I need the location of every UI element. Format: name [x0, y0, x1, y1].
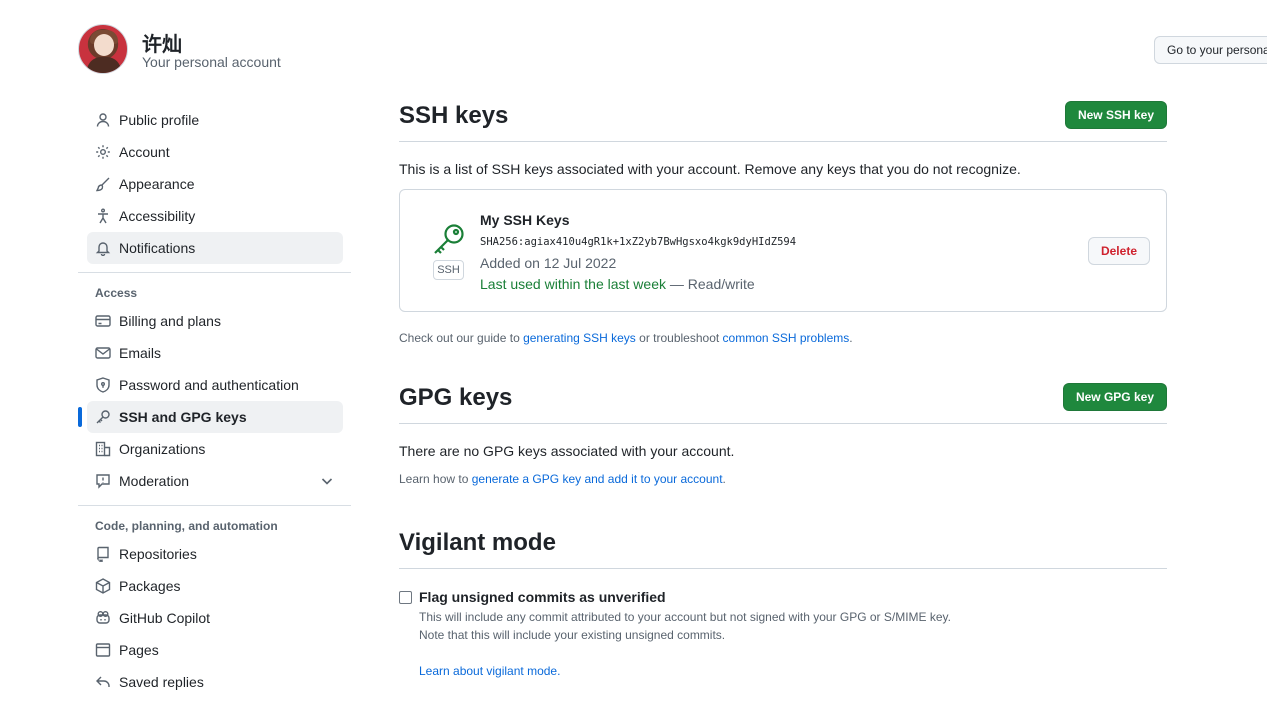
shield-lock-icon [95, 377, 111, 393]
vigilant-mode-header: Vigilant mode [399, 527, 1167, 569]
settings-sidebar: Public profile Account Appearance Access… [78, 104, 351, 698]
sidebar-item-label: Accessibility [119, 208, 196, 224]
sidebar-item-label: Saved replies [119, 674, 204, 690]
sidebar-item-label: Billing and plans [119, 313, 221, 329]
gpg-keys-header: GPG keys New GPG key [399, 382, 1167, 424]
go-to-profile-button[interactable]: Go to your personal profile [1154, 36, 1267, 64]
sidebar-item-pages[interactable]: Pages [87, 634, 343, 666]
key-icon [431, 221, 467, 257]
sidebar-item-appearance[interactable]: Appearance [87, 168, 343, 200]
ssh-guide-note: Check out our guide to generating SSH ke… [399, 331, 1167, 345]
sidebar-item-label: Account [119, 144, 170, 160]
ssh-key-last-used: Last used within the last week [480, 276, 666, 292]
sidebar-item-label: Organizations [119, 441, 206, 457]
sidebar-item-emails[interactable]: Emails [87, 337, 343, 369]
account-type: Your personal account [142, 54, 281, 70]
new-ssh-key-button[interactable]: New SSH key [1064, 101, 1167, 129]
vigilant-mode-label[interactable]: Flag unsigned commits as unverified [419, 589, 666, 605]
sidebar-item-label: Pages [119, 642, 159, 658]
chevron-down-icon[interactable] [319, 473, 335, 489]
generate-gpg-key-link[interactable]: generate a GPG key and add it to your ac… [472, 472, 723, 486]
package-icon [95, 578, 111, 594]
ssh-key-fingerprint: SHA256:agiax410u4gR1k+1xZ2yb7BwHgsxo4kgk… [480, 236, 797, 248]
vigilant-note-2: Note that this will include your existin… [419, 628, 726, 642]
sidebar-item-label: Moderation [119, 473, 190, 489]
sidebar-item-public-profile[interactable]: Public profile [87, 104, 343, 136]
credit-card-icon [95, 313, 111, 329]
sidebar-item-label: SSH and GPG keys [119, 409, 247, 425]
main-content: SSH keys New SSH key This is a list of S… [399, 100, 1167, 689]
sidebar-item-packages[interactable]: Packages [87, 570, 343, 602]
user-name[interactable]: 许灿 [142, 28, 182, 57]
gpg-learn-note: Learn how to generate a GPG key and add … [399, 472, 1167, 486]
sidebar-item-label: Repositories [119, 546, 197, 562]
vigilant-mode-title: Vigilant mode [399, 529, 556, 556]
sidebar-item-label: GitHub Copilot [119, 610, 211, 626]
person-icon [95, 112, 111, 128]
sidebar-item-organizations[interactable]: Organizations [87, 433, 343, 465]
gpg-learn-prefix: Learn how to [399, 472, 472, 486]
sidebar-item-account[interactable]: Account [87, 136, 343, 168]
divider [78, 272, 351, 273]
section-label-code: Code, planning, and automation [95, 519, 278, 533]
sidebar-item-label: Emails [119, 345, 162, 361]
accessibility-icon [95, 208, 111, 224]
gpg-keys-title: GPG keys [399, 384, 513, 411]
sidebar-item-saved-replies[interactable]: Saved replies [87, 666, 343, 698]
page-header: 许灿 Your personal account Go to your pers… [78, 24, 1267, 76]
vigilant-mode-checkbox[interactable] [399, 590, 412, 604]
sidebar-item-notifications[interactable]: Notifications [87, 232, 343, 264]
sidebar-item-ssh-gpg-keys[interactable]: SSH and GPG keys [78, 401, 343, 433]
bell-icon [95, 240, 111, 256]
sidebar-item-billing[interactable]: Billing and plans [87, 305, 343, 337]
ssh-guide-mid: or troubleshoot [635, 331, 723, 345]
ssh-keys-title: SSH keys [399, 102, 509, 129]
generating-ssh-keys-link[interactable]: generating SSH keys [523, 331, 636, 345]
section-label-access: Access [95, 286, 138, 300]
ssh-key-access: — Read/write [666, 276, 755, 292]
ssh-keys-description: This is a list of SSH keys associated wi… [399, 161, 1021, 177]
organization-icon [95, 441, 111, 457]
sidebar-item-password[interactable]: Password and authentication [87, 369, 343, 401]
repo-icon [95, 546, 111, 562]
vigilant-learn-link[interactable]: Learn about vigilant mode. [419, 664, 560, 678]
sidebar-item-label: Notifications [119, 240, 196, 256]
copilot-icon [95, 610, 111, 626]
reply-icon [95, 674, 111, 690]
browser-icon [95, 642, 111, 658]
divider [78, 505, 351, 506]
paintbrush-icon [95, 176, 111, 192]
ssh-key-name: My SSH Keys [480, 212, 570, 228]
ssh-key-added-date: Added on 12 Jul 2022 [480, 255, 617, 271]
ssh-key-type-badge: SSH [433, 260, 464, 280]
ssh-key-usage: Last used within the last week — Read/wr… [480, 276, 755, 292]
ssh-guide-suffix: . [849, 331, 853, 345]
mail-icon [95, 345, 111, 361]
vigilant-mode-row: Flag unsigned commits as unverified [399, 589, 666, 605]
vigilant-note-1: This will include any commit attributed … [419, 610, 952, 624]
common-ssh-problems-link[interactable]: common SSH problems [723, 331, 850, 345]
ssh-guide-prefix: Check out our guide to [399, 331, 524, 345]
ssh-keys-header: SSH keys New SSH key [399, 100, 1167, 142]
gear-icon [95, 144, 111, 160]
gpg-learn-suffix: . [722, 472, 726, 486]
sidebar-item-repositories[interactable]: Repositories [87, 538, 343, 570]
key-icon [95, 409, 111, 425]
vigilant-mode-settings: Flag unsigned commits as unverified This… [399, 569, 1167, 689]
sidebar-item-label: Packages [119, 578, 181, 594]
sidebar-item-moderation[interactable]: Moderation [87, 465, 343, 497]
sidebar-item-label: Appearance [119, 176, 195, 192]
new-gpg-key-button[interactable]: New GPG key [1062, 383, 1167, 411]
gpg-keys-description: There are no GPG keys associated with yo… [399, 443, 735, 459]
ssh-key-item: SSH My SSH Keys SHA256:agiax410u4gR1k+1x… [399, 189, 1167, 312]
sidebar-item-copilot[interactable]: GitHub Copilot [87, 602, 343, 634]
sidebar-item-accessibility[interactable]: Accessibility [87, 200, 343, 232]
avatar[interactable] [78, 24, 128, 74]
sidebar-item-label: Public profile [119, 112, 200, 128]
sidebar-item-label: Password and authentication [119, 377, 299, 393]
report-icon [95, 473, 111, 489]
delete-ssh-key-button[interactable]: Delete [1087, 237, 1150, 265]
